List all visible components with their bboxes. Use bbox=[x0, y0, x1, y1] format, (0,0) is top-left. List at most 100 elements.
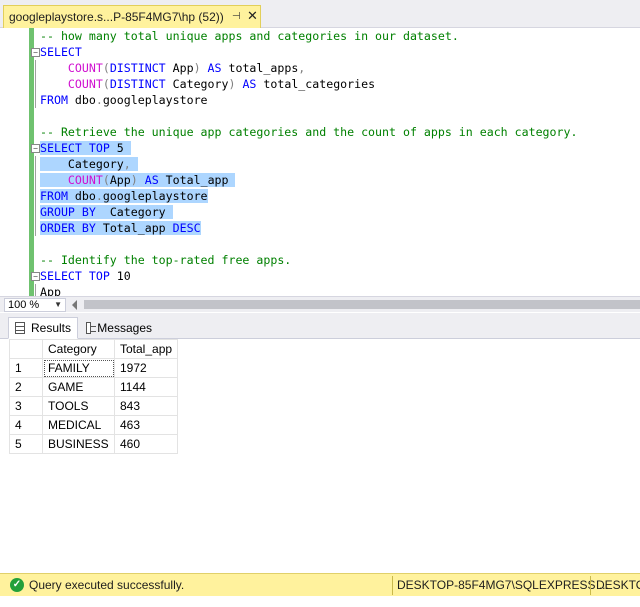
code-line[interactable]: ORDER BY Total_app DESC bbox=[35, 220, 640, 236]
code-token: total_apps bbox=[221, 61, 299, 75]
table-row[interactable]: 4 MEDICAL 463 bbox=[9, 415, 179, 435]
code-area[interactable]: -- how many total unique apps and catego… bbox=[31, 28, 640, 296]
code-token: , bbox=[123, 157, 131, 171]
code-token: DESC bbox=[165, 221, 201, 235]
pin-icon[interactable]: ⊣ bbox=[232, 11, 242, 22]
code-line[interactable]: -- Identify the top-rated free apps. bbox=[40, 252, 640, 268]
tab-messages-label: Messages bbox=[97, 321, 152, 335]
selected-code-text: COUNT(App) AS Total_app bbox=[40, 173, 236, 187]
row-number[interactable]: 3 bbox=[9, 396, 43, 416]
category-cell[interactable]: FAMILY bbox=[42, 358, 115, 378]
column-header-total-app[interactable]: Total_app bbox=[113, 339, 179, 359]
change-tracking-bar bbox=[29, 28, 34, 296]
selected-code-text: GROUP BY Category bbox=[40, 205, 173, 219]
fold-toggle-icon[interactable]: − bbox=[31, 144, 40, 153]
category-cell[interactable]: MEDICAL bbox=[42, 415, 115, 435]
category-cell[interactable]: GAME bbox=[42, 377, 115, 397]
code-token: Total_app bbox=[95, 221, 166, 235]
query-tab-title: googleplaystore.s...P-85F4MG7\hp (52)) bbox=[9, 10, 224, 24]
success-check-icon: ✓ bbox=[10, 578, 24, 592]
code-token: ORDER bbox=[40, 221, 75, 235]
table-row[interactable]: 2 GAME 1144 bbox=[9, 377, 179, 397]
results-pane: Category Total_app 1 FAMILY 1972 2 GAME … bbox=[0, 339, 640, 573]
code-line[interactable]: -- Retrieve the unique app categories an… bbox=[40, 124, 640, 140]
zoom-dropdown[interactable]: 100 % ▼ bbox=[4, 298, 66, 312]
total-app-cell[interactable]: 1144 bbox=[113, 377, 179, 397]
scroll-left-arrow-icon[interactable] bbox=[72, 300, 77, 310]
code-line[interactable]: Category, bbox=[35, 156, 640, 172]
tab-results[interactable]: Results bbox=[8, 317, 78, 339]
code-token: COUNT bbox=[67, 61, 103, 75]
code-text: SELECT bbox=[40, 45, 82, 59]
code-token: dbo bbox=[67, 93, 96, 107]
code-line[interactable]: COUNT(DISTINCT App) AS total_apps, bbox=[35, 60, 640, 76]
code-token: AS bbox=[137, 173, 159, 187]
code-token: COUNT bbox=[67, 173, 103, 187]
status-divider bbox=[590, 576, 591, 595]
code-text: SELECT TOP 10 bbox=[40, 269, 131, 283]
code-line[interactable] bbox=[40, 108, 640, 124]
code-line[interactable]: COUNT(App) AS Total_app bbox=[35, 172, 640, 188]
editor-zoom-bar: 100 % ▼ bbox=[0, 296, 640, 312]
editor-gutter bbox=[0, 28, 29, 296]
fold-guide bbox=[35, 76, 36, 92]
horizontal-scrollbar-thumb[interactable] bbox=[84, 300, 640, 309]
status-message: Query executed successfully. bbox=[29, 578, 185, 592]
query-document-tab[interactable]: googleplaystore.s...P-85F4MG7\hp (52)) ⊣… bbox=[3, 5, 261, 28]
grid-corner-cell[interactable] bbox=[9, 339, 43, 359]
fold-toggle-icon[interactable]: − bbox=[31, 48, 40, 57]
code-token: FROM bbox=[40, 189, 68, 203]
code-text: COUNT(DISTINCT Category) AS total_catego… bbox=[40, 77, 375, 91]
category-cell[interactable]: TOOLS bbox=[42, 396, 115, 416]
row-number[interactable]: 1 bbox=[9, 358, 43, 378]
selected-code-text: ORDER BY Total_app DESC bbox=[40, 221, 201, 235]
tab-messages[interactable]: Messages bbox=[80, 317, 158, 339]
code-line[interactable]: − SELECT bbox=[31, 44, 640, 60]
results-grid[interactable]: Category Total_app 1 FAMILY 1972 2 GAME … bbox=[9, 339, 179, 454]
code-line[interactable] bbox=[40, 236, 640, 252]
code-token: ) bbox=[130, 173, 138, 187]
code-line[interactable]: − SELECT TOP 5 bbox=[31, 140, 640, 156]
code-line[interactable]: GROUP BY Category bbox=[35, 204, 640, 220]
total-app-cell[interactable]: 1972 bbox=[113, 358, 179, 378]
fold-guide bbox=[35, 60, 36, 76]
status-divider bbox=[392, 576, 393, 595]
total-app-cell[interactable]: 460 bbox=[113, 434, 179, 454]
code-token: BY bbox=[74, 205, 96, 219]
zoom-value: 100 % bbox=[8, 299, 40, 311]
category-cell[interactable]: BUSINESS bbox=[42, 434, 115, 454]
code-line[interactable]: COUNT(DISTINCT Category) AS total_catego… bbox=[35, 76, 640, 92]
query-editor[interactable]: -- how many total unique apps and catego… bbox=[0, 28, 640, 296]
code-text: -- how many total unique apps and catego… bbox=[40, 29, 459, 43]
code-token: SELECT bbox=[40, 269, 82, 283]
code-line[interactable]: -- how many total unique apps and catego… bbox=[40, 28, 640, 44]
fold-guide bbox=[35, 92, 36, 108]
code-line[interactable]: App bbox=[35, 284, 640, 296]
code-line[interactable]: FROM dbo.googleplaystore bbox=[35, 188, 640, 204]
code-token: AS bbox=[200, 61, 222, 75]
fold-guide bbox=[35, 284, 36, 296]
code-token: , bbox=[298, 61, 306, 75]
code-line[interactable]: − SELECT TOP 10 bbox=[31, 268, 640, 284]
close-icon[interactable]: ✕ bbox=[247, 9, 259, 23]
total-app-cell[interactable]: 463 bbox=[113, 415, 179, 435]
row-number[interactable]: 2 bbox=[9, 377, 43, 397]
row-number[interactable]: 5 bbox=[9, 434, 43, 454]
table-row[interactable]: 1 FAMILY 1972 bbox=[9, 358, 179, 378]
fold-toggle-icon[interactable]: − bbox=[31, 272, 40, 281]
chevron-down-icon: ▼ bbox=[54, 300, 62, 309]
fold-guide bbox=[35, 188, 36, 204]
code-token: 5 bbox=[109, 141, 124, 155]
total-app-cell[interactable]: 843 bbox=[113, 396, 179, 416]
code-token: COUNT bbox=[67, 77, 103, 91]
table-row[interactable]: 5 BUSINESS 460 bbox=[9, 434, 179, 454]
column-header-category[interactable]: Category bbox=[42, 339, 115, 359]
code-line[interactable]: FROM dbo.googleplaystore bbox=[35, 92, 640, 108]
row-number[interactable]: 4 bbox=[9, 415, 43, 435]
code-token: Total_app bbox=[158, 173, 236, 187]
table-row[interactable]: 3 TOOLS 843 bbox=[9, 396, 179, 416]
